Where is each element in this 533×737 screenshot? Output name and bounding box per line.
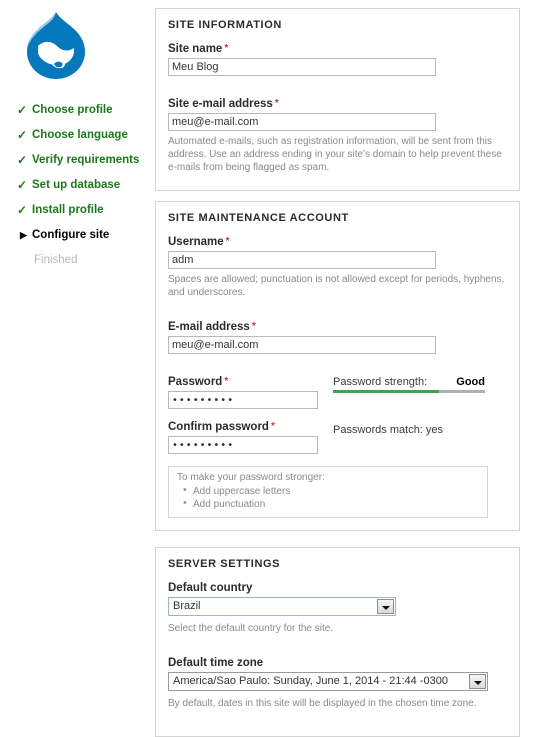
required-marker: * <box>224 376 229 387</box>
password-strength-value: Good <box>456 376 485 388</box>
site-email-field: Site e-mail address* Automated e-mails, … <box>168 98 507 174</box>
default-country-label: Default country <box>168 582 253 594</box>
password-hints-box: To make your password stronger: Add uppe… <box>168 466 488 518</box>
confirm-password-row: Confirm password* Passwords match: yes <box>168 421 507 454</box>
chevron-down-icon[interactable] <box>469 674 486 689</box>
site-name-label: Site name * <box>168 43 229 55</box>
sidebar-item-label: Install profile <box>32 204 104 216</box>
username-label: Username * <box>168 236 230 248</box>
password-hints-list: Add uppercase letters Add punctuation <box>177 484 479 511</box>
maintenance-account-title: SITE MAINTENANCE ACCOUNT <box>168 212 349 224</box>
required-marker: * <box>270 421 275 432</box>
confirm-password-input[interactable] <box>168 436 318 454</box>
username-description: Spaces are allowed; punctuation is not a… <box>168 274 505 298</box>
sidebar-item-label: Choose profile <box>32 104 113 116</box>
triangle-right-icon: ▶ <box>20 230 27 240</box>
site-email-input[interactable] <box>168 113 436 131</box>
passwords-match-text: Passwords match: yes <box>333 424 444 436</box>
site-email-description: Automated e-mails, such as registration … <box>168 136 502 173</box>
install-configure-site-page: ✓ Choose profile ✓ Choose language ✓ Ver… <box>0 0 533 737</box>
sidebar-item-label: Set up database <box>32 179 121 191</box>
required-marker: * <box>224 43 229 54</box>
list-item: Add punctuation <box>183 497 479 511</box>
password-input[interactable] <box>168 391 318 409</box>
check-icon: ✓ <box>17 153 28 167</box>
sidebar-item-configure-site: ▶ Configure site <box>0 225 152 245</box>
confirm-password-field: Confirm password * <box>168 421 333 454</box>
site-information-panel: SITE INFORMATION Site name* Site e-mail … <box>155 8 520 191</box>
site-email-label: Site e-mail address * <box>168 98 279 110</box>
password-row: Password* Password strength: Good <box>168 376 507 409</box>
sidebar-item-choose-profile: ✓ Choose profile <box>0 100 152 120</box>
sidebar-item-label: Verify requirements <box>32 154 140 166</box>
chevron-down-icon[interactable] <box>377 599 394 614</box>
account-email-label: E-mail address * <box>168 321 256 333</box>
confirm-password-label: Confirm password * <box>168 421 275 433</box>
sidebar-item-choose-language: ✓ Choose language <box>0 125 152 145</box>
maintenance-account-panel: SITE MAINTENANCE ACCOUNT Username* Space… <box>155 201 520 531</box>
site-name-input[interactable] <box>168 58 436 76</box>
default-time-zone-description: By default, dates in this site will be d… <box>168 698 477 709</box>
check-icon: ✓ <box>17 128 28 142</box>
site-name-field: Site name * <box>168 43 507 76</box>
check-icon: ✓ <box>17 103 28 117</box>
sidebar-item-label: Choose language <box>32 129 128 141</box>
default-country-value: Brazil <box>173 600 201 612</box>
required-marker: * <box>251 321 256 332</box>
default-country-description: Select the default country for the site. <box>168 623 334 634</box>
drupal-logo-wrapper <box>0 8 152 82</box>
password-strength-indicator: Password strength: Good <box>333 376 507 393</box>
server-settings-panel: SERVER SETTINGS Default country Brazil S… <box>155 547 520 737</box>
required-marker: * <box>225 236 230 247</box>
username-field: Username* Spaces are allowed; punctuatio… <box>168 236 507 299</box>
server-settings-title: SERVER SETTINGS <box>168 558 281 570</box>
install-sidebar: ✓ Choose profile ✓ Choose language ✓ Ver… <box>0 0 152 670</box>
default-time-zone-value: America/Sao Paulo: Sunday, June 1, 2014 … <box>173 675 448 687</box>
password-strength-bar <box>333 390 485 393</box>
install-task-list: ✓ Choose profile ✓ Choose language ✓ Ver… <box>0 100 152 270</box>
account-email-input[interactable] <box>168 336 436 354</box>
default-country-field: Default country Brazil Select the defaul… <box>168 582 507 635</box>
required-marker: * <box>274 98 279 109</box>
password-label: Password * <box>168 376 229 388</box>
drupal-droplet-logo-icon <box>27 12 85 79</box>
sidebar-item-label: Finished <box>34 254 78 266</box>
check-icon: ✓ <box>17 178 28 192</box>
account-email-field: E-mail address * <box>168 321 507 354</box>
default-time-zone-select[interactable]: America/Sao Paulo: Sunday, June 1, 2014 … <box>168 672 488 691</box>
default-country-select[interactable]: Brazil <box>168 597 396 616</box>
username-input[interactable] <box>168 251 436 269</box>
default-time-zone-field: Default time zone America/Sao Paulo: Sun… <box>168 657 507 710</box>
sidebar-item-label: Configure site <box>32 229 110 241</box>
sidebar-item-install-profile: ✓ Install profile <box>0 200 152 220</box>
password-strength-bar-fill <box>333 390 440 393</box>
password-field: Password * <box>168 376 333 409</box>
passwords-match-status: Passwords match: yes <box>333 421 507 439</box>
list-item: Add uppercase letters <box>183 484 479 498</box>
check-icon: ✓ <box>17 203 28 217</box>
sidebar-item-finished: Finished <box>0 250 152 270</box>
default-time-zone-label: Default time zone <box>168 657 264 669</box>
password-strength-label: Password strength: <box>333 376 428 388</box>
sidebar-item-verify-requirements: ✓ Verify requirements <box>0 150 152 170</box>
site-information-title: SITE INFORMATION <box>168 19 282 31</box>
sidebar-item-set-up-database: ✓ Set up database <box>0 175 152 195</box>
password-hints-title: To make your password stronger: <box>177 472 325 483</box>
configure-site-form: SITE INFORMATION Site name* Site e-mail … <box>152 0 533 737</box>
